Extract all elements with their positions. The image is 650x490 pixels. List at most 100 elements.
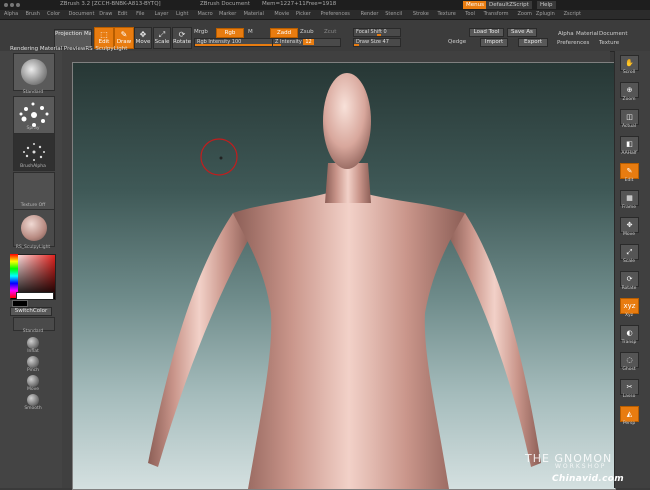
- load-tool-button[interactable]: Load Tool: [469, 28, 504, 37]
- xyz-button[interactable]: xyz: [620, 298, 639, 314]
- pinch-brush-icon[interactable]: [27, 356, 39, 368]
- export-button[interactable]: Export: [518, 38, 548, 47]
- menu-item-render[interactable]: Render: [361, 11, 379, 17]
- brushalpha-label: BrushAlpha: [20, 164, 46, 169]
- zoom-button[interactable]: ⊕: [620, 82, 639, 98]
- menu-item-stroke[interactable]: Stroke: [413, 11, 429, 17]
- ghost-button[interactable]: ◌: [620, 352, 639, 368]
- menu-item-texture[interactable]: Texture: [438, 11, 456, 17]
- menu-item-draw[interactable]: Draw: [99, 11, 112, 17]
- menu-item-document[interactable]: Document: [69, 11, 95, 17]
- menus-button[interactable]: Menus: [463, 1, 487, 9]
- save-as-button[interactable]: Save As: [507, 28, 537, 37]
- menu-item-zoom[interactable]: Zoom: [518, 11, 532, 17]
- transp-button[interactable]: ◐: [620, 325, 639, 341]
- texture-button[interactable]: Texture: [599, 40, 619, 46]
- menu-item-edit[interactable]: Edit: [118, 11, 128, 17]
- z-intensity-slider[interactable]: Z Intensity 12: [272, 38, 341, 47]
- persp-button[interactable]: ◭: [620, 406, 639, 422]
- pinch-label: Pinch: [26, 368, 40, 373]
- transp-label: Transp: [621, 340, 637, 345]
- menu-item-stencil[interactable]: Stencil: [385, 11, 402, 17]
- switch-color-button[interactable]: SwitchColor: [10, 307, 52, 316]
- menu-item-picker[interactable]: Picker: [296, 11, 311, 17]
- menu-item-preferences[interactable]: Preferences: [321, 11, 350, 17]
- move-button[interactable]: ✥ Move: [134, 27, 152, 49]
- edit-icon: ⬚: [100, 30, 108, 39]
- import-button[interactable]: Import: [480, 38, 508, 47]
- menu-item-material[interactable]: Material: [244, 11, 264, 17]
- menu-item-file[interactable]: File: [136, 11, 144, 17]
- document-title: ZBrush Document: [200, 1, 250, 7]
- actual-button[interactable]: ◫: [620, 109, 639, 125]
- standard-brush-label: Standard: [22, 90, 44, 95]
- draw-size-label: Draw Size: [356, 39, 381, 45]
- move-button[interactable]: ✥: [620, 217, 639, 233]
- aahalf-button[interactable]: ◧: [620, 136, 639, 152]
- free-readout: Free=1918: [306, 1, 337, 7]
- qedge-button[interactable]: Qedge: [448, 39, 466, 45]
- lasso-button[interactable]: ✂: [620, 379, 639, 395]
- standard-brush-thumb[interactable]: [13, 53, 55, 91]
- mem-readout: Mem=1227+11: [262, 1, 306, 7]
- menu-item-alpha[interactable]: Alpha: [4, 11, 18, 17]
- document-button[interactable]: Document: [599, 31, 628, 37]
- scroll-button[interactable]: ✋: [620, 55, 639, 71]
- move-icon: ✥: [139, 30, 147, 39]
- window-controls[interactable]: [4, 3, 22, 9]
- default-zscript-button[interactable]: DefaultZScript: [486, 1, 532, 9]
- scale-label: Scale: [154, 39, 170, 45]
- move-brush-icon[interactable]: [27, 375, 39, 387]
- rotate-button[interactable]: ⟳ Rotate: [172, 27, 192, 49]
- alpha-button[interactable]: Alpha: [558, 31, 574, 37]
- frame-button[interactable]: ▦: [620, 190, 639, 206]
- inflat-brush-icon[interactable]: [27, 337, 39, 349]
- menu-item-brush[interactable]: Brush: [26, 11, 40, 17]
- scale-label: Scale: [622, 259, 636, 264]
- menu-item-tool[interactable]: Tool: [465, 11, 475, 17]
- lasso-label: Lasso: [622, 394, 636, 399]
- inflat-label: Inflat: [27, 349, 39, 354]
- menu-item-zscript[interactable]: Zscript: [564, 11, 581, 17]
- material-label: RS_SculpyLight: [15, 245, 51, 250]
- zoom-label: Zoom: [622, 97, 636, 102]
- spray-label: Spray: [26, 126, 40, 131]
- xyz-label: Xyz: [624, 313, 634, 318]
- draw-size-slider[interactable]: Draw Size 47: [353, 38, 401, 47]
- zcut-button[interactable]: Zcut: [324, 29, 336, 35]
- sculpt-model[interactable]: [73, 63, 615, 489]
- document-canvas[interactable]: [72, 62, 616, 490]
- material-button[interactable]: Material: [576, 31, 598, 37]
- menu-item-macro[interactable]: Macro: [198, 11, 213, 17]
- m-button[interactable]: M: [248, 29, 253, 35]
- zadd-button[interactable]: Zadd: [270, 28, 298, 38]
- rotate-button[interactable]: ⟳: [620, 271, 639, 287]
- gnomon-logo-sub: WORKSHOP: [555, 463, 607, 470]
- menu-item-marker[interactable]: Marker: [219, 11, 236, 17]
- edit-button[interactable]: ✎: [620, 163, 639, 179]
- standard-brush-icon: [21, 59, 47, 85]
- secondary-color-swatch[interactable]: [12, 300, 28, 307]
- menu-item-transform[interactable]: Transform: [484, 11, 509, 17]
- help-button[interactable]: Help: [537, 1, 556, 9]
- menu-item-light[interactable]: Light: [176, 11, 188, 17]
- mrgb-button[interactable]: Mrgb: [194, 29, 208, 35]
- texture-off-label: Texture Off: [20, 203, 46, 208]
- rgb-button[interactable]: Rgb: [216, 28, 244, 38]
- move-label: Move: [135, 39, 151, 45]
- scale-button[interactable]: ⤢: [620, 244, 639, 260]
- preferences-button[interactable]: Preferences: [557, 40, 589, 46]
- rgb-intensity-slider[interactable]: Rgb Intensity 100: [194, 38, 273, 47]
- menu-item-color[interactable]: Color: [47, 11, 60, 17]
- scale-button[interactable]: ⤢ Scale: [153, 27, 171, 49]
- primary-color-swatch[interactable]: [16, 292, 54, 300]
- menu-item-layer[interactable]: Layer: [155, 11, 169, 17]
- rotate-label: Rotate: [621, 286, 637, 291]
- actual-label: Actual: [621, 124, 637, 129]
- menu-item-movie[interactable]: Movie: [274, 11, 289, 17]
- focal-shift-slider[interactable]: Focal Shift 0: [353, 28, 401, 37]
- material-thumb[interactable]: [13, 209, 55, 247]
- menu-item-zplugin[interactable]: Zplugin: [536, 11, 555, 17]
- smooth-brush-icon[interactable]: [27, 394, 39, 406]
- zsub-button[interactable]: Zsub: [300, 29, 314, 35]
